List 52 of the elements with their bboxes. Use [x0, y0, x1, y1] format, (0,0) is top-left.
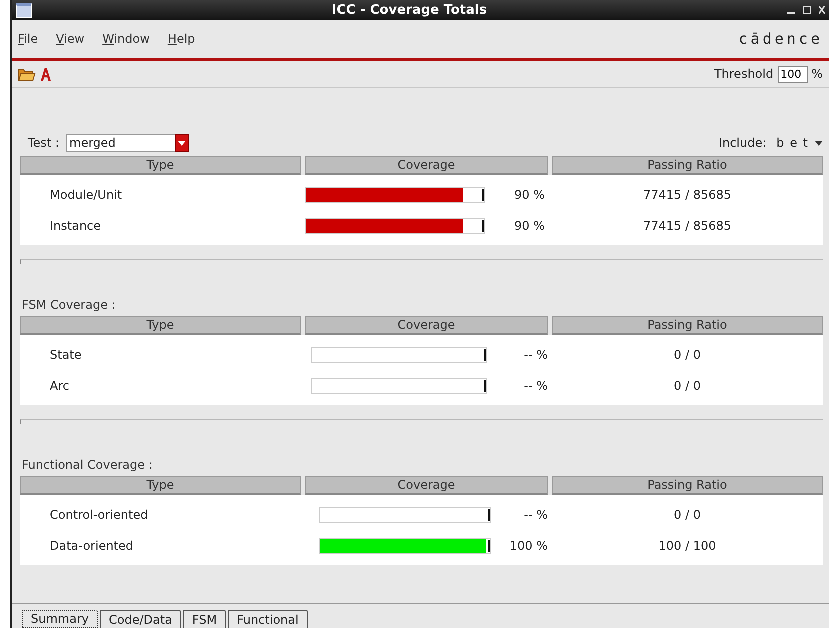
coverage-percent: -- %	[523, 508, 548, 522]
section-title: FSM Coverage :	[21, 297, 117, 314]
column-header[interactable]: Type	[20, 316, 301, 335]
menu-item[interactable]: File	[18, 32, 38, 46]
close-icon[interactable]	[819, 6, 825, 14]
coverage-percent: -- %	[523, 348, 548, 362]
column-header[interactable]: Coverage	[305, 156, 548, 175]
passing-ratio: 77415 / 85685	[642, 188, 733, 202]
tab[interactable]: Functional	[228, 610, 308, 628]
threshold-label: Threshold	[714, 67, 774, 81]
caret-icon	[815, 140, 823, 146]
passing-ratio: 77415 / 85685	[642, 218, 733, 232]
coverage-percent: 90 %	[514, 218, 545, 232]
column-header[interactable]: Coverage	[305, 316, 548, 335]
tab[interactable]: Summary	[22, 610, 98, 628]
menu-item[interactable]: Help	[168, 32, 196, 46]
window-title: ICC - Coverage Totals	[330, 2, 488, 18]
coverage-percent: 100 %	[508, 538, 548, 552]
brand-logo: cādence	[738, 30, 823, 48]
open-folder-icon[interactable]	[18, 66, 36, 82]
threshold-field[interactable]: 100	[778, 66, 808, 82]
font-icon[interactable]	[40, 66, 52, 82]
passing-ratio: 100 / 100	[658, 538, 718, 552]
coverage-percent: 90 %	[514, 188, 545, 202]
coverage-percent: -- %	[523, 378, 548, 392]
type-label: State	[49, 348, 83, 362]
column-header[interactable]: Passing Ratio	[552, 316, 823, 335]
window-icon	[16, 2, 32, 18]
test-label: Test :	[28, 136, 60, 150]
column-header[interactable]: Passing Ratio	[552, 156, 823, 175]
type-label: Module/Unit	[49, 188, 124, 202]
include-dropdown[interactable]: b e t	[776, 136, 823, 150]
column-header[interactable]: Type	[20, 156, 301, 175]
passing-ratio: 0 / 0	[673, 378, 702, 392]
type-label: Arc	[49, 378, 70, 392]
maximize-icon[interactable]	[803, 6, 811, 14]
section-title: Functional Coverage :	[21, 457, 154, 474]
dropdown-arrow-icon[interactable]	[178, 141, 186, 146]
tab[interactable]: FSM	[183, 610, 226, 628]
include-label: Include:	[718, 136, 767, 150]
type-label: Instance	[49, 218, 102, 232]
passing-ratio: 0 / 0	[673, 508, 702, 522]
column-header[interactable]: Type	[20, 476, 301, 495]
menu-item[interactable]: View	[56, 32, 85, 46]
type-label: Data-oriented	[49, 538, 135, 552]
column-header[interactable]: Coverage	[305, 476, 548, 495]
threshold-unit: %	[812, 67, 823, 81]
passing-ratio: 0 / 0	[673, 348, 702, 362]
type-label: Control-oriented	[49, 508, 150, 522]
column-header[interactable]: Passing Ratio	[552, 476, 823, 495]
menu-item[interactable]: Window	[102, 32, 150, 46]
tab[interactable]: Code/Data	[100, 610, 182, 628]
